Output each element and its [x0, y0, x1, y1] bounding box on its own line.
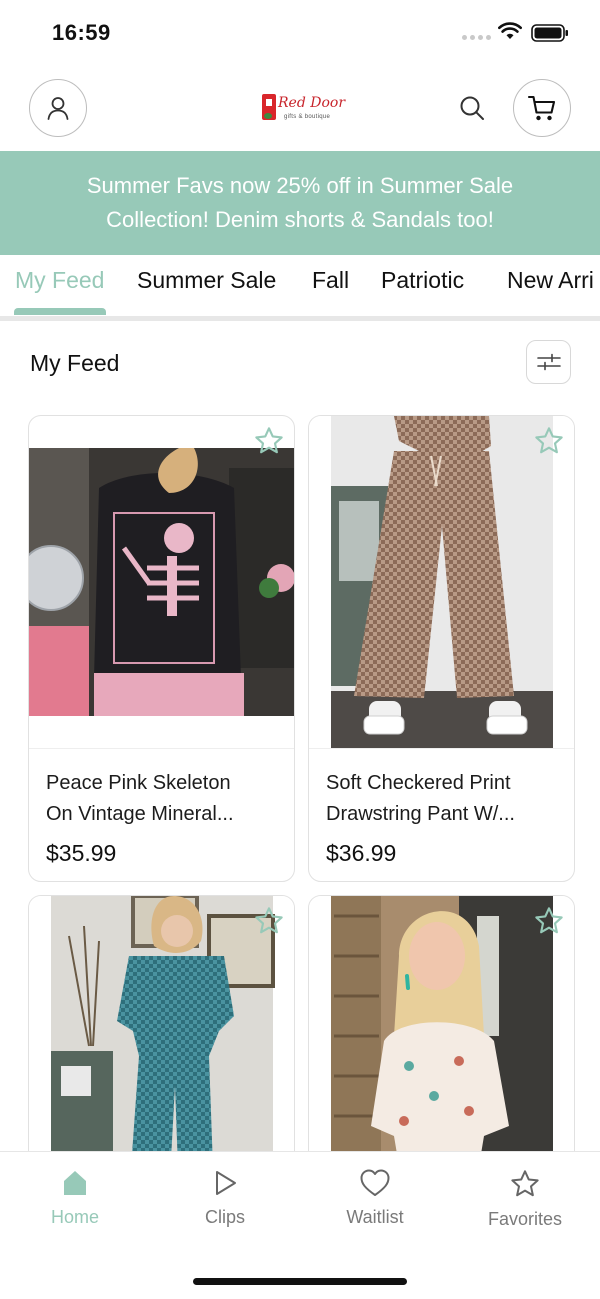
search-button[interactable]	[456, 92, 488, 124]
tab-new-arrivals[interactable]: New Arri	[507, 267, 594, 294]
product-image[interactable]	[309, 416, 574, 748]
nav-waitlist[interactable]: Waitlist	[315, 1168, 435, 1228]
search-icon	[460, 96, 484, 120]
product-card[interactable]: Soft Checkered Print Drawstring Pant W/.…	[308, 415, 575, 882]
home-icon	[64, 1171, 86, 1195]
bottom-navigation: Home Clips Waitlist Favorites	[0, 1151, 600, 1299]
product-name: Soft Checkered Print Drawstring Pant W/.…	[326, 772, 515, 825]
banner-line-1: Summer Favs now 25% off in Summer Sale	[86, 173, 514, 198]
heart-icon	[360, 1169, 390, 1196]
nav-home[interactable]: Home	[15, 1168, 135, 1228]
tabs-divider	[0, 316, 600, 321]
star-outline-icon	[535, 907, 563, 934]
tab-my-feed[interactable]: My Feed	[15, 267, 104, 294]
app-header: Red Door gifts & boutique	[0, 66, 600, 151]
favorite-star-button[interactable]	[532, 424, 566, 458]
product-image[interactable]	[29, 448, 294, 716]
banner-line-2: Collection! Denim shorts & Sandals too!	[106, 207, 494, 232]
product-name: Peace Pink Skeleton On Vintage Mineral..…	[46, 772, 234, 825]
product-card[interactable]	[28, 895, 295, 1195]
status-bar: 16:59	[0, 0, 600, 66]
promo-banner[interactable]: Summer Favs now 25% off in Summer Sale C…	[0, 151, 600, 255]
play-icon	[216, 1171, 236, 1195]
filter-button[interactable]	[526, 340, 571, 384]
favorite-star-button[interactable]	[252, 424, 286, 458]
account-button[interactable]	[29, 79, 87, 137]
cart-button[interactable]	[513, 79, 571, 137]
star-outline-icon	[255, 907, 283, 934]
active-tab-indicator	[14, 308, 106, 315]
favorite-star-button[interactable]	[532, 904, 566, 938]
wifi-icon	[498, 22, 522, 39]
battery-icon	[531, 24, 568, 42]
star-outline-icon	[255, 427, 283, 454]
home-indicator	[193, 1278, 407, 1285]
category-tabs: My Feed Summer Sale Fall Patriotic New A…	[0, 255, 600, 319]
logo-name: Red Door	[278, 95, 346, 111]
status-time: 16:59	[52, 20, 111, 45]
star-outline-icon	[535, 427, 563, 454]
tab-patriotic[interactable]: Patriotic	[381, 267, 464, 294]
signal-icon	[462, 35, 491, 40]
nav-clips[interactable]: Clips	[165, 1168, 285, 1228]
favorite-star-button[interactable]	[252, 904, 286, 938]
nav-favorites[interactable]: Favorites	[465, 1168, 585, 1230]
product-card[interactable]	[308, 895, 575, 1195]
tab-summer-sale[interactable]: Summer Sale	[137, 267, 276, 294]
logo-tagline: gifts & boutique	[284, 114, 331, 120]
product-card[interactable]: Peace Pink Skeleton On Vintage Mineral..…	[28, 415, 295, 882]
sliders-icon	[536, 353, 561, 371]
brand-logo[interactable]: Red Door gifts & boutique	[262, 91, 346, 125]
tab-fall[interactable]: Fall	[312, 267, 349, 294]
product-price: $36.99	[326, 840, 397, 866]
cart-icon	[527, 95, 556, 121]
user-icon	[47, 97, 69, 120]
product-price: $35.99	[46, 840, 117, 866]
star-icon	[511, 1170, 539, 1197]
feed-title: My Feed	[30, 350, 120, 376]
